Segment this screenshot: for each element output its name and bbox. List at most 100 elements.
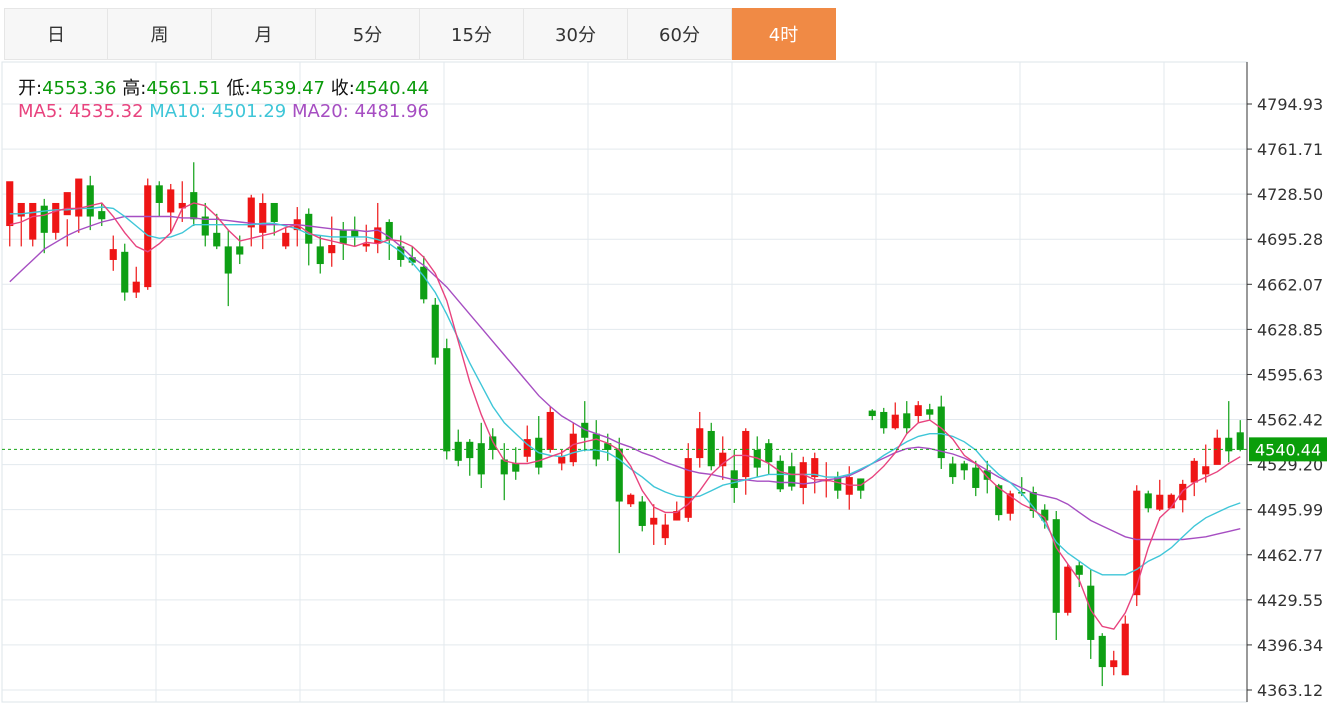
ma10-label: MA10: bbox=[149, 101, 207, 122]
ma20-label: MA20: bbox=[292, 101, 349, 122]
candle-up bbox=[650, 517, 658, 525]
y-tick-label: 4462.77 bbox=[1257, 546, 1323, 565]
candle-down bbox=[224, 246, 232, 274]
candle-down bbox=[190, 192, 198, 220]
ma5-label: MA5: bbox=[18, 101, 64, 122]
candle-down bbox=[949, 463, 957, 478]
candle-up bbox=[1190, 460, 1198, 483]
candle-up bbox=[29, 202, 37, 240]
candle-down bbox=[420, 266, 428, 300]
candle-up bbox=[75, 178, 83, 217]
candle-up bbox=[742, 430, 750, 478]
y-tick-label: 4495.99 bbox=[1257, 501, 1323, 520]
candle-down bbox=[443, 348, 451, 452]
candle-down bbox=[40, 205, 48, 233]
candle-down bbox=[592, 433, 600, 460]
candle-down bbox=[926, 409, 934, 415]
ma-readout: MA5: 4535.32 MA10: 4501.29 MA20: 4481.96 bbox=[18, 101, 429, 122]
candle-down bbox=[466, 441, 474, 459]
y-tick-label: 4794.93 bbox=[1257, 95, 1323, 114]
candle-down bbox=[431, 304, 439, 358]
candle-down bbox=[788, 466, 796, 487]
high-label: 高: bbox=[122, 78, 147, 99]
y-tick-label: 4396.34 bbox=[1257, 636, 1323, 655]
candle-down bbox=[765, 443, 773, 463]
high-value: 4561.51 bbox=[146, 78, 221, 99]
last-price-label: 4540.44 bbox=[1255, 440, 1321, 459]
candle-down bbox=[1075, 565, 1083, 575]
candle-up bbox=[259, 202, 267, 233]
candle-up bbox=[696, 428, 704, 459]
candle-down bbox=[1052, 519, 1060, 613]
ma20-value: 4481.96 bbox=[354, 101, 429, 122]
candle-up bbox=[1156, 494, 1164, 510]
candle-up bbox=[627, 494, 635, 505]
y-tick-label: 4662.07 bbox=[1257, 275, 1323, 294]
candle-up bbox=[1064, 566, 1072, 613]
ma20-line bbox=[9, 215, 1241, 541]
candle-up bbox=[132, 281, 140, 293]
candle-down bbox=[960, 463, 968, 471]
candle-up bbox=[328, 245, 336, 254]
candle-down bbox=[477, 443, 485, 475]
y-tick-label: 4363.12 bbox=[1257, 681, 1323, 700]
candle-down bbox=[903, 413, 911, 429]
low-value: 4539.47 bbox=[250, 78, 326, 99]
candle-down bbox=[512, 463, 520, 472]
candle-up bbox=[684, 458, 692, 518]
candle-up bbox=[63, 192, 71, 216]
low-label: 低: bbox=[226, 78, 251, 99]
candle-down bbox=[707, 430, 715, 467]
candle-up bbox=[845, 477, 853, 495]
candle-down bbox=[868, 410, 876, 417]
plot-frame bbox=[1, 61, 1248, 703]
y-tick-label: 4761.71 bbox=[1257, 140, 1323, 159]
candle-up bbox=[1213, 437, 1221, 465]
ohlc-readout: 开:4553.36 高:4561.51 低:4539.47 收:4540.44 bbox=[18, 74, 429, 100]
candle-up bbox=[1110, 660, 1118, 668]
ma10-value: 4501.29 bbox=[211, 101, 287, 122]
candle-down bbox=[155, 185, 163, 203]
candle-down bbox=[305, 213, 313, 244]
candle-up bbox=[1179, 483, 1187, 501]
candle-up bbox=[546, 411, 554, 450]
candles bbox=[6, 162, 1244, 687]
candle-up bbox=[17, 202, 25, 217]
candle-down bbox=[98, 211, 106, 220]
ma5-value: 4535.32 bbox=[69, 101, 144, 122]
candle-down bbox=[615, 448, 623, 502]
candle-up bbox=[52, 202, 60, 233]
candle-up bbox=[558, 456, 566, 464]
candle-down bbox=[236, 246, 244, 255]
candle-up bbox=[1121, 623, 1129, 676]
candle-down bbox=[880, 411, 888, 429]
candle-down bbox=[86, 185, 94, 217]
chart-grid bbox=[1, 61, 1248, 703]
close-label: 收: bbox=[330, 78, 355, 99]
candle-up bbox=[914, 405, 922, 417]
candle-up bbox=[109, 249, 117, 260]
candle-down bbox=[638, 501, 646, 526]
candle-up bbox=[661, 524, 669, 539]
candle-up bbox=[6, 181, 14, 227]
candle-down bbox=[270, 202, 278, 222]
candle-down bbox=[1098, 635, 1106, 668]
candle-down bbox=[351, 230, 359, 237]
candle-up bbox=[362, 243, 370, 247]
close-value: 4540.44 bbox=[354, 78, 430, 99]
open-label: 开: bbox=[18, 78, 43, 99]
y-tick-label: 4628.85 bbox=[1257, 320, 1323, 339]
candle-up bbox=[167, 189, 175, 213]
candle-up bbox=[569, 433, 577, 463]
open-value: 4553.36 bbox=[42, 78, 117, 99]
y-tick-label: 4595.63 bbox=[1257, 365, 1323, 384]
candle-down bbox=[1144, 493, 1152, 509]
candle-down bbox=[972, 467, 980, 488]
candle-down bbox=[316, 246, 324, 265]
candle-up bbox=[282, 232, 290, 247]
candle-down bbox=[489, 436, 497, 450]
candle-up bbox=[1202, 466, 1210, 475]
y-tick-label: 4695.28 bbox=[1257, 230, 1323, 249]
candle-down bbox=[454, 441, 462, 461]
candle-down bbox=[121, 251, 129, 293]
